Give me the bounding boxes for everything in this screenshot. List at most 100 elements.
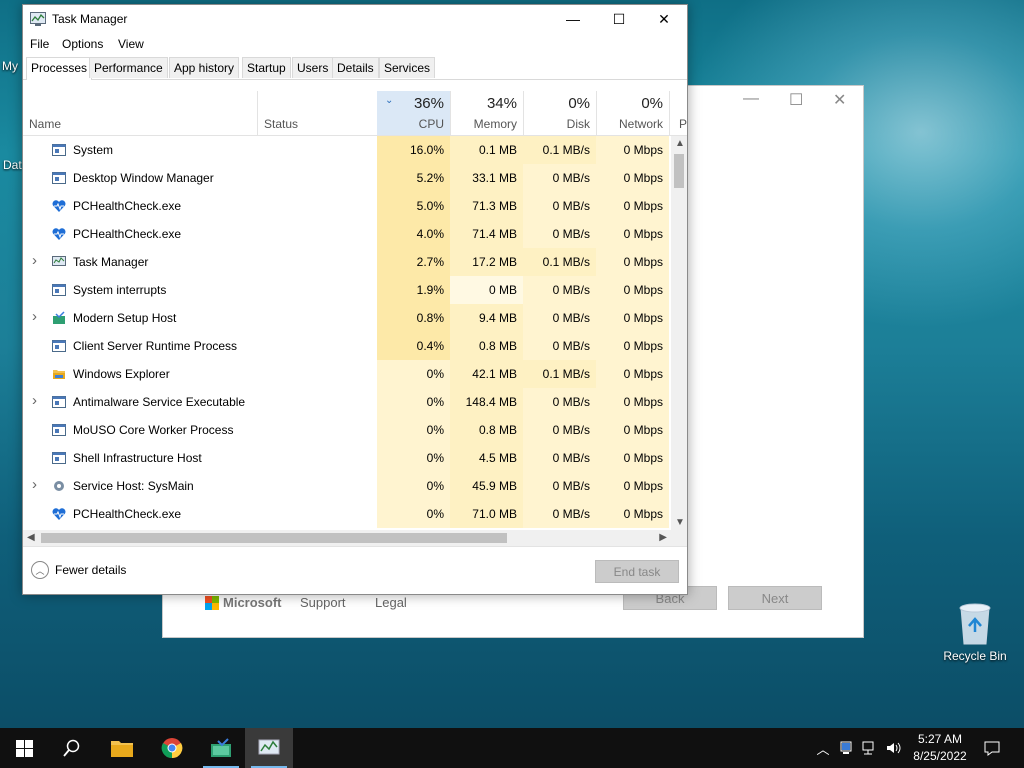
tab-processes[interactable]: Processes: [26, 57, 93, 80]
support-link[interactable]: Support: [300, 595, 346, 610]
process-disk-cell: 0.1 MB/s: [523, 248, 596, 276]
column-header-name[interactable]: Name: [23, 91, 257, 135]
recycle-bin-desktop-icon[interactable]: Recycle Bin: [942, 600, 1008, 663]
process-memory-cell: 0 MB: [450, 276, 523, 304]
desktop-icon-label-dat[interactable]: Dat: [3, 158, 22, 172]
tab-startup[interactable]: Startup: [242, 57, 291, 78]
process-memory-cell: 17.2 MB: [450, 248, 523, 276]
desktop-icon-label-my[interactable]: My: [2, 59, 18, 73]
process-row[interactable]: › Modern Setup Host 0.8% 9.4 MB 0 MB/s 0 Mbps: [23, 304, 671, 332]
column-header-power-partial[interactable]: P: [670, 91, 687, 135]
legal-link[interactable]: Legal: [375, 595, 407, 610]
network-tray-button[interactable]: [860, 728, 880, 768]
tab-performance[interactable]: Performance: [89, 57, 168, 78]
process-row[interactable]: › Task Manager 2.7% 17.2 MB 0.1 MB/s 0 Mbps: [23, 248, 671, 276]
volume-icon: [887, 742, 901, 754]
process-row[interactable]: Client Server Runtime Process 0.4% 0.8 MB 0…: [23, 332, 671, 360]
tab-services[interactable]: Services: [379, 57, 436, 78]
volume-tray-button[interactable]: [884, 728, 904, 768]
process-row[interactable]: › Antimalware Service Executable 0% 148.4 M…: [23, 388, 671, 416]
task-manager-taskbar-button[interactable]: [245, 728, 293, 768]
tray-device-button[interactable]: [837, 728, 855, 768]
scroll-down-icon[interactable]: ▼: [675, 517, 685, 528]
process-cpu-cell: 0%: [377, 500, 450, 528]
title-bar[interactable]: Task Manager — ☐ ✕: [23, 5, 687, 33]
column-header-status[interactable]: Status: [258, 91, 377, 135]
disk-label: Disk: [566, 117, 590, 131]
tab-app-history[interactable]: App history: [169, 57, 240, 78]
microsoft-link[interactable]: Microsoft: [223, 595, 282, 610]
minimize-icon[interactable]: —: [743, 90, 759, 108]
clock-time: 5:27 AM: [917, 732, 963, 746]
vertical-scroll-thumb[interactable]: [674, 154, 684, 188]
process-row[interactable]: Shell Infrastructure Host 0% 4.5 MB 0 MB/s 0…: [23, 444, 671, 472]
process-row[interactable]: Windows Explorer 0% 42.1 MB 0.1 MB/s 0 Mbps: [23, 360, 671, 388]
process-cpu-cell: 0%: [377, 360, 450, 388]
process-cpu-cell: 0%: [377, 472, 450, 500]
scroll-left-icon[interactable]: ◀: [27, 532, 35, 543]
tab-users[interactable]: Users: [292, 57, 334, 78]
process-network-cell: 0 Mbps: [596, 276, 669, 304]
process-cpu-cell: 16.0%: [377, 136, 450, 164]
heart-icon: [52, 228, 66, 240]
menu-file[interactable]: File: [30, 37, 49, 51]
column-header-cpu[interactable]: ⌄ 36% CPU: [377, 91, 450, 135]
process-row[interactable]: PCHealthCheck.exe 0% 71.0 MB 0 MB/s 0 Mbps: [23, 500, 671, 528]
scroll-up-icon[interactable]: ▲: [675, 138, 685, 149]
chevron-up-icon: ︿: [816, 741, 830, 757]
next-button[interactable]: Next: [728, 586, 822, 610]
taskbar-clock[interactable]: 5:27 AM 8/25/2022: [905, 731, 975, 765]
process-row[interactable]: PCHealthCheck.exe 4.0% 71.4 MB 0 MB/s 0 Mbps: [23, 220, 671, 248]
process-row[interactable]: Desktop Window Manager 5.2% 33.1 MB 0 MB/s 0…: [23, 164, 671, 192]
process-row[interactable]: › Service Host: SysMain 0% 45.9 MB 0 MB/s 0 M…: [23, 472, 671, 500]
process-name: Task Manager: [73, 255, 149, 269]
setup-taskbar-button[interactable]: [197, 728, 245, 768]
expand-chevron-icon[interactable]: ›: [32, 308, 37, 325]
column-header-memory[interactable]: 34% Memory: [450, 91, 523, 135]
process-row[interactable]: PCHealthCheck.exe 5.0% 71.3 MB 0 MB/s 0 Mbps: [23, 192, 671, 220]
process-memory-cell: 0.8 MB: [450, 416, 523, 444]
horizontal-scrollbar[interactable]: ◀ ▶: [23, 530, 687, 546]
show-hidden-icons-button[interactable]: ︿: [813, 728, 833, 768]
maximize-icon[interactable]: ☐: [789, 90, 803, 110]
expand-chevron-icon[interactable]: ›: [32, 476, 37, 493]
start-button[interactable]: [0, 728, 48, 768]
recycle-bin-label: Recycle Bin: [943, 649, 1007, 663]
end-task-button[interactable]: End task: [595, 560, 679, 583]
menu-view[interactable]: View: [118, 37, 144, 51]
system-window-icon: [52, 424, 66, 436]
search-button[interactable]: [48, 728, 96, 768]
file-explorer-taskbar-button[interactable]: [98, 728, 146, 768]
process-memory-cell: 71.4 MB: [450, 220, 523, 248]
expand-chevron-icon[interactable]: ›: [32, 252, 37, 269]
setup-icon: [53, 311, 65, 324]
column-header-network[interactable]: 0% Network: [596, 91, 669, 135]
process-memory-cell: 0.8 MB: [450, 332, 523, 360]
task-manager-window[interactable]: Task Manager — ☐ ✕ File Options View Pro…: [22, 4, 688, 595]
close-button[interactable]: ✕: [641, 5, 687, 33]
close-icon[interactable]: ✕: [833, 90, 846, 110]
action-center-button[interactable]: [980, 728, 1004, 768]
process-disk-cell: 0 MB/s: [523, 388, 596, 416]
horizontal-scroll-thumb[interactable]: [41, 533, 507, 543]
process-network-cell: 0 Mbps: [596, 164, 669, 192]
memory-label: Memory: [473, 117, 517, 131]
process-row[interactable]: MoUSO Core Worker Process 0% 0.8 MB 0 MB/s 0…: [23, 416, 671, 444]
process-disk-cell: 0 MB/s: [523, 192, 596, 220]
menu-options[interactable]: Options: [62, 37, 103, 51]
process-row[interactable]: System 16.0% 0.1 MB 0.1 MB/s 0 Mbps: [23, 136, 671, 164]
expand-chevron-icon[interactable]: ›: [32, 392, 37, 409]
maximize-button[interactable]: ☐: [596, 5, 642, 33]
process-cpu-cell: 4.0%: [377, 220, 450, 248]
minimize-button[interactable]: —: [550, 5, 596, 33]
scroll-right-icon[interactable]: ▶: [659, 532, 667, 543]
fewer-details-button[interactable]: ︿ Fewer details: [31, 561, 126, 579]
process-cpu-cell: 0.8%: [377, 304, 450, 332]
tab-details[interactable]: Details: [332, 57, 379, 78]
chrome-taskbar-button[interactable]: [148, 728, 196, 768]
process-row[interactable]: System interrupts 1.9% 0 MB 0 MB/s 0 Mbps: [23, 276, 671, 304]
process-disk-cell: 0 MB/s: [523, 472, 596, 500]
column-header-disk[interactable]: 0% Disk: [523, 91, 596, 135]
vertical-scrollbar[interactable]: ▲ ▼: [671, 136, 687, 530]
process-name: PCHealthCheck.exe: [73, 199, 182, 213]
